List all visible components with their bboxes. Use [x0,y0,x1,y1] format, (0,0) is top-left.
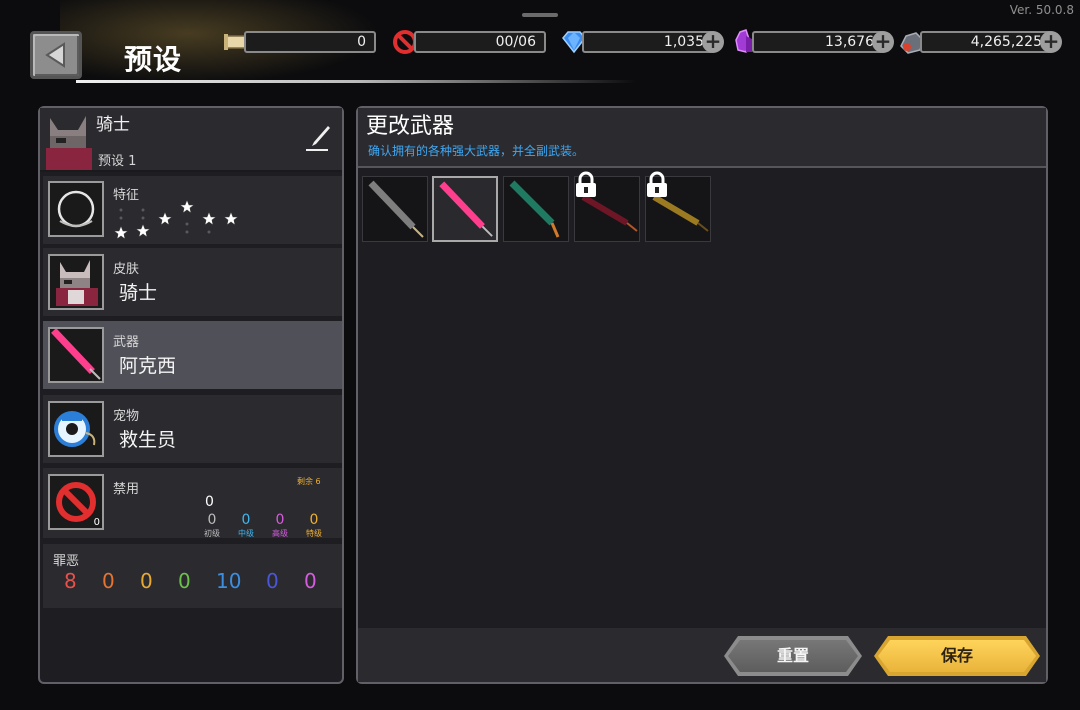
sin-value: 0 [304,569,317,593]
pet-label: 宠物 [113,409,140,424]
drag-handle[interactable] [522,13,558,17]
trait-ring-icon [57,190,95,228]
knight-skin-icon [56,260,98,306]
sin-value: 0 [102,569,115,593]
sin-value: 8 [64,569,77,593]
add-crystals-button[interactable]: + [872,31,894,53]
version-label: Ver. 50.0.8 [1009,3,1074,17]
pet-value: 救生员 [119,429,177,451]
lifeguard-pet-icon [54,411,96,447]
weapon-slot-selected[interactable] [432,176,498,242]
ban-level-value: 0 [309,512,319,528]
gem-counter: 1,035 [582,31,714,53]
sin-value: 0 [266,569,279,593]
weapon-panel-title: 更改武器 [366,114,455,139]
lock-icon [647,171,667,197]
preset-name: 预设 1 [98,154,137,169]
pet-row[interactable]: 宠物 救生员 [43,395,342,463]
skin-label: 皮肤 [113,262,140,277]
weapon-slot-locked[interactable] [645,171,711,242]
save-button-label: 保存 [878,640,1036,672]
weapon-row[interactable]: 武器 阿克西 [43,321,342,389]
ban-label: 禁用 [113,482,140,497]
weapon-slot-locked[interactable] [574,171,640,242]
add-ore-button[interactable]: + [1040,31,1062,53]
character-header: 骑士 预设 1 [40,108,342,172]
title-underline [76,80,636,83]
pet-thumbnail [48,401,104,457]
sin-value: 0 [140,569,153,593]
weapon-panel-subtitle: 确认拥有的各种强大武器，并全副武装。 [368,144,585,158]
teal-sword-icon [509,180,560,238]
pink-sword-icon [439,181,493,237]
sins-row[interactable]: 罪恶 [43,544,342,608]
skin-thumbnail [48,254,104,310]
edit-quill-icon[interactable] [304,124,332,152]
save-button[interactable]: 保存 [874,636,1040,676]
knight-portrait-icon [46,116,92,170]
ban-total: 0 [205,494,214,510]
weapon-slot[interactable] [503,176,569,242]
ban-counter: 00/06 [414,31,546,53]
ban-level-label: 初级 [204,529,220,538]
crystal-counter: 13,676 [752,31,884,53]
ban-level-value: 0 [275,512,285,528]
character-name: 骑士 [96,115,130,135]
preset-panel: 骑士 预设 1 特征 皮肤 骑士 武器 阿克西 宠物 救生员 0 禁用 剩余 6… [38,106,344,684]
sin-value: 10 [216,569,242,593]
sins-label: 罪恶 [53,554,80,569]
traits-row[interactable]: 特征 [43,176,342,244]
lock-icon [576,171,596,197]
reset-button-label: 重置 [728,640,858,672]
weapon-panel-header: 更改武器 确认拥有的各种强大武器，并全副武装。 [358,108,1046,168]
add-gems-button[interactable]: + [702,31,724,53]
ban-remaining: 剩余 6 [297,477,321,486]
ban-level-label: 高级 [272,529,288,538]
trait-stars-icon [113,199,239,240]
back-arrow-icon [45,42,65,68]
reset-button[interactable]: 重置 [724,636,862,676]
weapon-slot[interactable] [362,176,428,242]
skin-value: 骑士 [119,282,158,304]
grey-sword-icon [368,180,424,238]
page-title: 预设 [124,43,183,76]
ban-count: 0 [93,517,100,528]
skin-row[interactable]: 皮肤 骑士 [43,248,342,316]
ban-level-value: 0 [207,512,217,528]
pink-sword-icon [51,328,101,380]
scroll-counter: 0 [244,31,376,53]
weapon-thumbnail [48,327,104,383]
ban-level-label: 中级 [238,529,254,538]
weapon-panel: 更改武器 确认拥有的各种强大武器，并全副武装。 重置 保存 [356,106,1048,684]
sin-value: 0 [178,569,191,593]
ore-counter: 4,265,225 [920,31,1052,53]
weapon-label: 武器 [113,335,140,350]
ban-thumbnail: 0 [48,474,104,530]
back-button[interactable] [30,31,82,79]
weapon-value: 阿克西 [119,355,177,377]
ban-row[interactable]: 0 禁用 剩余 6 0 0 初级 0 中级 0 高级 0 特级 [43,468,342,538]
ban-level-label: 特级 [306,529,322,538]
trait-emblem [48,181,104,237]
ban-level-value: 0 [241,512,251,528]
